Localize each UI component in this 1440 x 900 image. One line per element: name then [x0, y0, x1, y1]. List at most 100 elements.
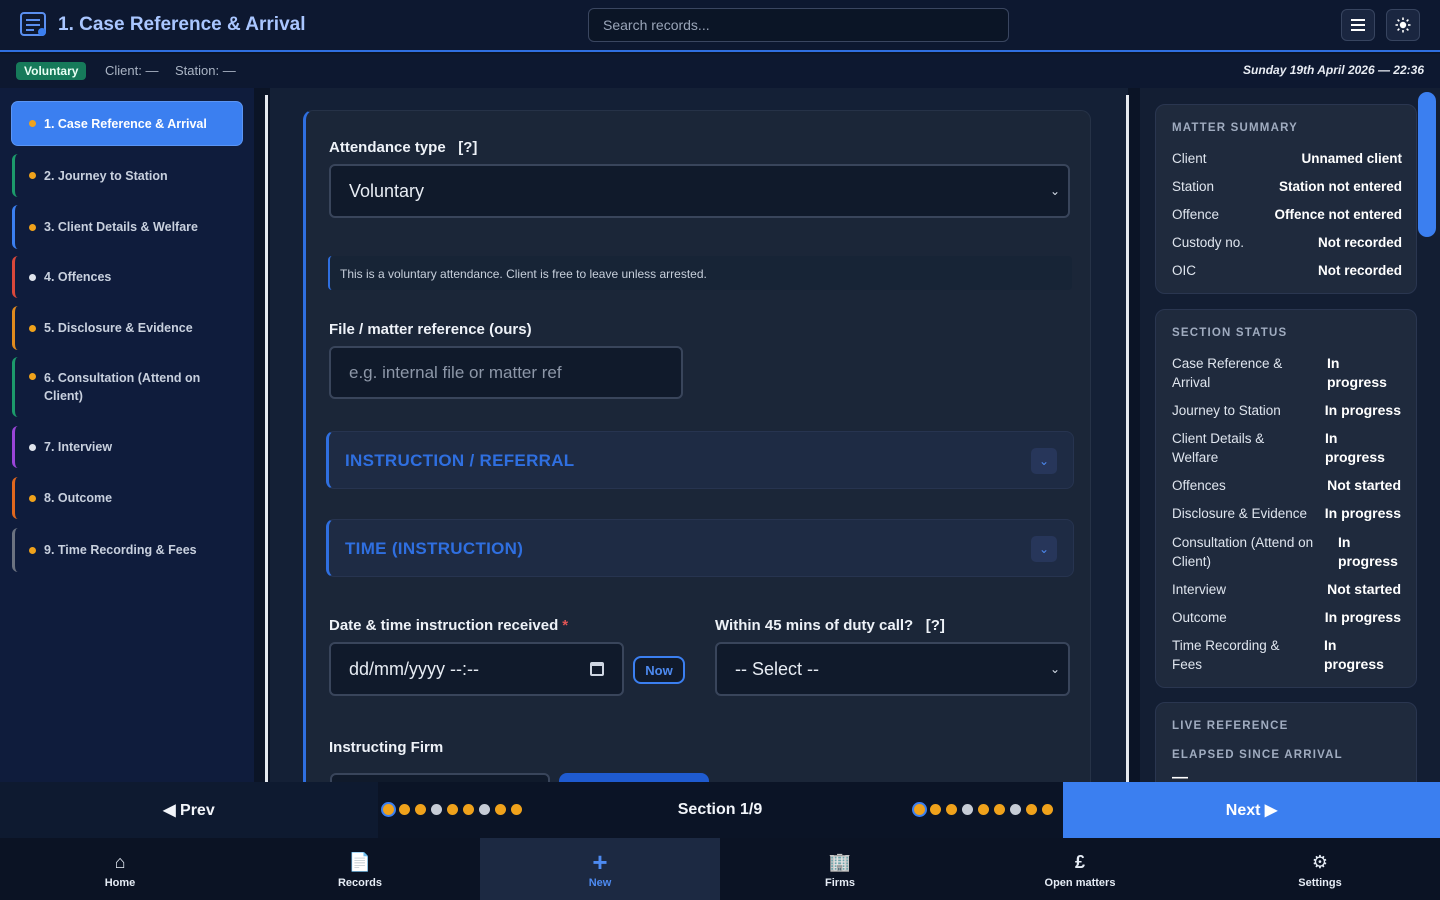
- progress-dot[interactable]: [511, 804, 522, 815]
- status-dot: [29, 443, 36, 451]
- tab-new[interactable]: + New: [480, 838, 720, 900]
- instructing-firm-input[interactable]: [330, 773, 550, 782]
- tab-settings[interactable]: ⚙ Settings: [1200, 838, 1440, 900]
- status-dot: [29, 120, 36, 127]
- form-card: Attendance type [?] Voluntary ⌄ This is …: [303, 110, 1091, 782]
- progress-dot[interactable]: [447, 804, 458, 815]
- tab-records[interactable]: 📄 Records: [240, 838, 480, 900]
- page-title: 1. Case Reference & Arrival: [58, 14, 306, 35]
- calendar-icon[interactable]: [590, 662, 604, 676]
- progress-dot[interactable]: [930, 804, 941, 815]
- plus-icon: +: [592, 846, 608, 877]
- help-marker[interactable]: [?]: [926, 617, 945, 634]
- document-icon: 📄: [348, 851, 372, 872]
- attendance-type-select[interactable]: Voluntary ⌄: [329, 164, 1070, 218]
- section-pager: ◀ Prev Section 1/9 Next ▶: [0, 782, 1440, 838]
- instructing-firm-label: Instructing Firm: [329, 739, 444, 756]
- progress-dot[interactable]: [946, 804, 957, 815]
- instructing-firm-button[interactable]: [559, 773, 709, 782]
- sidebar-item-consultation[interactable]: 6. Consultation (Attend on Client): [12, 357, 242, 417]
- now-button[interactable]: Now: [633, 656, 685, 684]
- instruction-datetime-input[interactable]: dd/mm/yyyy --:--: [329, 642, 624, 696]
- next-button[interactable]: Next ▶: [1063, 782, 1440, 838]
- status-dot: [29, 373, 36, 380]
- accordion-instruction-referral[interactable]: INSTRUCTION / REFERRAL ⌄: [326, 431, 1074, 489]
- status-row-value: In progress: [1324, 609, 1401, 625]
- progress-dot[interactable]: [1010, 804, 1021, 815]
- right-panel: MATTER SUMMARY Client Unnamed client Stat…: [1140, 88, 1440, 782]
- tab-label: Settings: [1298, 877, 1342, 889]
- sidebar-item-label: 8. Outcome: [44, 491, 113, 505]
- sidebar-item-label: 9. Time Recording & Fees: [44, 543, 197, 557]
- sidebar-item-label: 1. Case Reference & Arrival: [44, 116, 207, 131]
- progress-dot[interactable]: [399, 804, 410, 815]
- divider: [1126, 95, 1129, 782]
- live-reference-card: LIVE REFERENCE ELAPSED SINCE ARRIVAL —: [1155, 702, 1417, 782]
- progress-dot[interactable]: [1026, 804, 1037, 815]
- theme-toggle-button[interactable]: [1386, 9, 1420, 41]
- progress-dot[interactable]: [978, 804, 989, 815]
- status-dot: [29, 223, 36, 231]
- status-strip: Voluntary Client: — Station: — Sunday 19…: [0, 54, 1440, 88]
- sidebar: 1. Case Reference & Arrival 2. Journey t…: [0, 88, 254, 782]
- search-input[interactable]: [588, 8, 1009, 42]
- within-45-select[interactable]: -- Select -- ⌄: [715, 642, 1070, 696]
- hamburger-icon: [1351, 19, 1365, 31]
- sidebar-item-disclosure[interactable]: 5. Disclosure & Evidence: [12, 306, 242, 350]
- app-logo-icon: [20, 12, 46, 36]
- status-row-value: In progress: [1325, 430, 1385, 465]
- progress-dots-right: [914, 804, 1053, 815]
- status-row-label: Journey to Station: [1172, 403, 1281, 418]
- divider: [265, 95, 268, 782]
- sidebar-item-client-details[interactable]: 3. Client Details & Welfare: [12, 205, 242, 249]
- status-row-label: Outcome: [1172, 610, 1227, 625]
- sidebar-item-label: 2. Journey to Station: [44, 168, 168, 183]
- progress-dot[interactable]: [495, 804, 506, 815]
- sidebar-item-case-reference[interactable]: 1. Case Reference & Arrival: [12, 102, 242, 145]
- progress-dot[interactable]: [383, 804, 394, 815]
- tab-firms[interactable]: 🏢 Firms: [720, 838, 960, 900]
- elapsed-value: —: [1172, 769, 1190, 782]
- progress-dot[interactable]: [994, 804, 1005, 815]
- attendance-type-value: Voluntary: [349, 180, 425, 201]
- tab-label: New: [588, 877, 612, 889]
- file-reference-placeholder: e.g. internal file or matter ref: [349, 362, 562, 382]
- file-reference-label: File / matter reference (ours): [329, 321, 532, 338]
- sidebar-item-interview[interactable]: 7. Interview: [12, 426, 242, 468]
- menu-button[interactable]: [1341, 9, 1375, 41]
- tab-home[interactable]: ⌂ Home: [0, 838, 240, 900]
- sidebar-item-time-recording[interactable]: 9. Time Recording & Fees: [12, 528, 242, 572]
- chevron-down-icon[interactable]: ⌄: [1031, 536, 1057, 562]
- progress-dot[interactable]: [415, 804, 426, 815]
- required-marker: *: [562, 617, 569, 634]
- accordion-time-instruction[interactable]: TIME (INSTRUCTION) ⌄: [326, 519, 1074, 577]
- prev-button[interactable]: ◀ Prev: [0, 782, 378, 838]
- attendance-type-label: Attendance type [?]: [329, 139, 478, 156]
- progress-dot[interactable]: [962, 804, 973, 815]
- status-row-label: Client Details & Welfare: [1172, 431, 1265, 465]
- status-row-label: Disclosure & Evidence: [1172, 506, 1308, 521]
- home-icon: ⌂: [114, 851, 126, 872]
- sidebar-item-offences[interactable]: 4. Offences: [12, 256, 242, 298]
- matter-summary-title: MATTER SUMMARY: [1172, 122, 1299, 134]
- attendance-badge: Voluntary: [16, 62, 87, 80]
- tab-label: Home: [104, 877, 136, 889]
- progress-dot[interactable]: [1042, 804, 1053, 815]
- progress-dot[interactable]: [914, 804, 925, 815]
- tab-open-matters[interactable]: £ Open matters: [960, 838, 1200, 900]
- sidebar-item-journey[interactable]: 2. Journey to Station: [12, 154, 242, 197]
- scrollbar-thumb[interactable]: [1418, 92, 1436, 237]
- status-row-value: In progress: [1324, 402, 1401, 418]
- status-row-value: Not started: [1327, 477, 1401, 493]
- chevron-down-icon[interactable]: ⌄: [1031, 448, 1057, 474]
- sidebar-item-outcome[interactable]: 8. Outcome: [12, 477, 242, 519]
- status-row-value: In progress: [1324, 637, 1384, 672]
- progress-dot[interactable]: [479, 804, 490, 815]
- live-reference-title: LIVE REFERENCE: [1172, 720, 1289, 732]
- progress-dot[interactable]: [431, 804, 442, 815]
- progress-dot[interactable]: [463, 804, 474, 815]
- file-reference-input[interactable]: e.g. internal file or matter ref: [329, 346, 683, 399]
- within-45-value: -- Select --: [735, 658, 820, 679]
- status-station: Station: —: [175, 63, 236, 78]
- help-marker[interactable]: [?]: [458, 139, 477, 156]
